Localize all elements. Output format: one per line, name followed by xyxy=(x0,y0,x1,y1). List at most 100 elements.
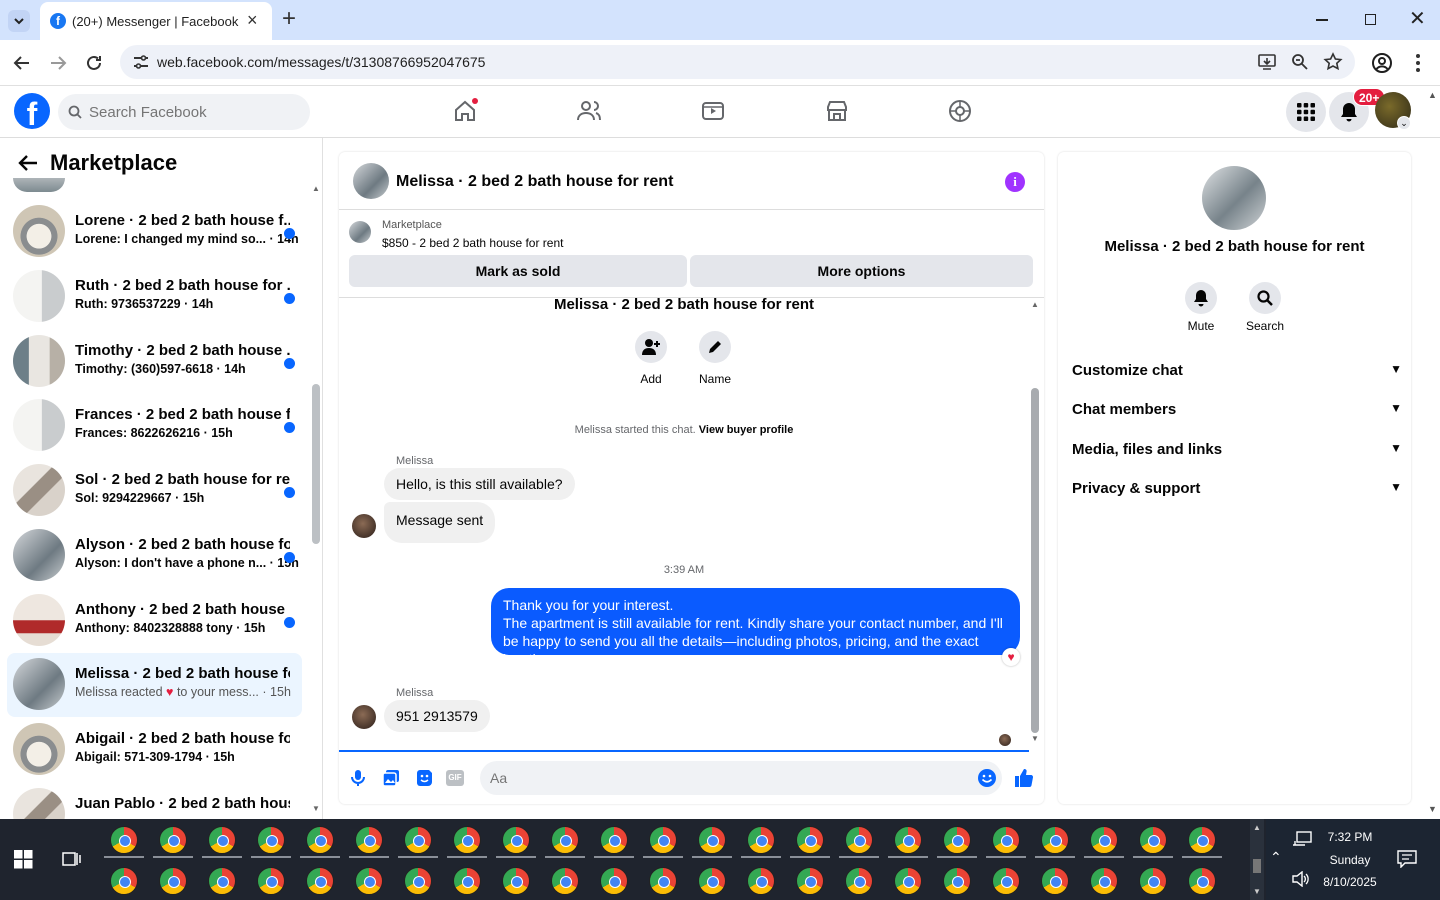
chrome-taskbar-icon[interactable] xyxy=(306,826,334,854)
account-chevron-icon[interactable]: ⌄ xyxy=(1397,116,1411,130)
volume-icon[interactable] xyxy=(1292,871,1310,887)
chrome-taskbar-icon[interactable] xyxy=(747,867,775,895)
chat-title[interactable]: Melissa · 2 bed 2 bath house for rent xyxy=(396,173,673,191)
chrome-taskbar-icon[interactable] xyxy=(894,826,922,854)
incoming-message[interactable]: Message sent xyxy=(384,502,496,543)
list-scroll-down[interactable]: ▼ xyxy=(312,804,320,813)
heart-reaction-icon[interactable]: ♥ xyxy=(1002,648,1020,666)
clock-date[interactable]: 8/10/2025 xyxy=(1320,875,1380,889)
url-text[interactable]: web.facebook.com/messages/t/313087669520… xyxy=(157,54,485,70)
chrome-taskbar-icon[interactable] xyxy=(600,867,628,895)
taskbar-scroll-down[interactable]: ▼ xyxy=(1253,887,1261,896)
chrome-taskbar-icon[interactable] xyxy=(1188,867,1216,895)
chrome-taskbar-icon[interactable] xyxy=(355,867,383,895)
privacy-support-section[interactable]: Privacy & support ▼ xyxy=(1072,480,1402,497)
chrome-taskbar-icon[interactable] xyxy=(502,867,530,895)
chrome-taskbar-icon[interactable] xyxy=(1139,826,1167,854)
chrome-taskbar-icon[interactable] xyxy=(943,867,971,895)
chrome-taskbar-icon[interactable] xyxy=(1090,826,1118,854)
clock-time[interactable]: 7:32 PM xyxy=(1320,830,1380,844)
page-scroll-down[interactable]: ▼ xyxy=(1428,804,1437,814)
chrome-taskbar-icon[interactable] xyxy=(404,867,432,895)
chrome-taskbar-icon[interactable] xyxy=(894,867,922,895)
home-icon[interactable] xyxy=(452,98,478,124)
page-scroll-up[interactable]: ▲ xyxy=(1428,90,1437,100)
tab-close-icon[interactable]: × xyxy=(247,11,258,29)
incoming-message[interactable]: 951 2913579 xyxy=(384,700,490,732)
listing-thumb[interactable] xyxy=(349,221,371,243)
emoji-icon[interactable] xyxy=(977,768,997,788)
list-scroll-up[interactable]: ▲ xyxy=(312,184,320,193)
chrome-taskbar-icon[interactable] xyxy=(208,867,236,895)
rename-button[interactable] xyxy=(699,331,731,363)
incoming-message[interactable]: Hello, is this still available? xyxy=(384,468,575,500)
notifications-center-icon[interactable] xyxy=(1397,850,1417,868)
chrome-taskbar-icon[interactable] xyxy=(110,826,138,854)
conversation-item[interactable]: Timothy · 2 bed 2 bath house ... Timothy:… xyxy=(7,330,302,394)
chrome-taskbar-icon[interactable] xyxy=(649,826,677,854)
chrome-taskbar-icon[interactable] xyxy=(257,826,285,854)
conversation-item[interactable]: Anthony · 2 bed 2 bath house ... Anthony:… xyxy=(7,589,302,653)
profile-icon[interactable] xyxy=(1371,52,1393,74)
new-tab-button[interactable]: + xyxy=(282,6,304,32)
chrome-taskbar-icon[interactable] xyxy=(845,826,873,854)
chrome-taskbar-icon[interactable] xyxy=(355,826,383,854)
chrome-taskbar-icon[interactable] xyxy=(159,867,187,895)
messages-scrollbar[interactable] xyxy=(1031,388,1039,733)
chat-avatar[interactable] xyxy=(353,163,389,199)
chrome-taskbar-icon[interactable] xyxy=(306,867,334,895)
forward-arrow-icon[interactable] xyxy=(48,53,68,73)
chrome-taskbar-icon[interactable] xyxy=(551,867,579,895)
chrome-taskbar-icon[interactable] xyxy=(1188,826,1216,854)
reload-icon[interactable] xyxy=(84,53,104,73)
sticker-icon[interactable] xyxy=(415,769,433,787)
maximize-button[interactable] xyxy=(1365,14,1376,25)
chrome-taskbar-icon[interactable] xyxy=(1041,867,1069,895)
mute-button[interactable] xyxy=(1185,282,1217,314)
messages-scroll-up[interactable]: ▲ xyxy=(1031,300,1039,309)
tab-search-button[interactable] xyxy=(8,10,30,32)
customize-chat-section[interactable]: Customize chat ▼ xyxy=(1072,362,1402,379)
sender-avatar[interactable] xyxy=(352,705,376,729)
thumbs-up-icon[interactable] xyxy=(1014,768,1034,788)
chrome-taskbar-icon[interactable] xyxy=(992,826,1020,854)
chrome-taskbar-icon[interactable] xyxy=(747,826,775,854)
chrome-taskbar-icon[interactable] xyxy=(208,826,236,854)
conversation-item[interactable]: Juan Pablo · 2 bed 2 bath house... xyxy=(7,783,302,819)
back-arrow-icon[interactable] xyxy=(17,152,39,174)
zoom-icon[interactable] xyxy=(1291,53,1309,71)
list-item-partial[interactable] xyxy=(13,178,65,192)
task-view-icon[interactable] xyxy=(62,850,82,868)
more-options-button[interactable]: More options xyxy=(690,255,1033,287)
gif-button[interactable]: GIF xyxy=(446,770,464,786)
site-info-icon[interactable] xyxy=(132,54,150,70)
video-icon[interactable] xyxy=(700,98,726,124)
chrome-taskbar-icon[interactable] xyxy=(110,867,138,895)
conversation-item[interactable]: Ruth · 2 bed 2 bath house for ... Ruth: 9… xyxy=(7,265,302,329)
windows-start-icon[interactable] xyxy=(14,850,33,869)
menu-button[interactable] xyxy=(1286,92,1326,132)
photo-icon[interactable] xyxy=(382,769,400,787)
marketplace-icon[interactable] xyxy=(824,98,850,124)
browser-menu-icon[interactable] xyxy=(1409,52,1427,74)
chrome-taskbar-icon[interactable] xyxy=(796,867,824,895)
chrome-taskbar-icon[interactable] xyxy=(1041,826,1069,854)
minimize-button[interactable] xyxy=(1316,19,1328,21)
chrome-taskbar-icon[interactable] xyxy=(551,826,579,854)
taskbar-scroll-thumb[interactable] xyxy=(1253,859,1261,873)
view-buyer-profile-link[interactable]: View buyer profile xyxy=(699,424,794,436)
conversation-item[interactable]: Lorene · 2 bed 2 bath house f... Lorene: … xyxy=(7,200,302,264)
chrome-taskbar-icon[interactable] xyxy=(1090,867,1118,895)
browser-tab[interactable]: f (20+) Messenger | Facebook × xyxy=(40,2,272,40)
taskbar-scroll[interactable]: ▲ ▼ xyxy=(1250,819,1264,900)
show-hidden-icons[interactable]: ⌃ xyxy=(1270,849,1282,866)
clock-day[interactable]: Sunday xyxy=(1320,853,1380,867)
friends-icon[interactable] xyxy=(576,98,602,124)
listing-title[interactable]: $850 - 2 bed 2 bath house for rent xyxy=(382,236,563,250)
facebook-logo[interactable]: f xyxy=(14,93,50,129)
list-scrollbar[interactable] xyxy=(312,384,320,544)
conversation-item[interactable]: Melissa · 2 bed 2 bath house for... Melis… xyxy=(7,653,302,717)
taskbar-scroll-up[interactable]: ▲ xyxy=(1253,823,1261,832)
chrome-taskbar-icon[interactable] xyxy=(404,826,432,854)
facebook-search-input[interactable] xyxy=(89,94,299,130)
